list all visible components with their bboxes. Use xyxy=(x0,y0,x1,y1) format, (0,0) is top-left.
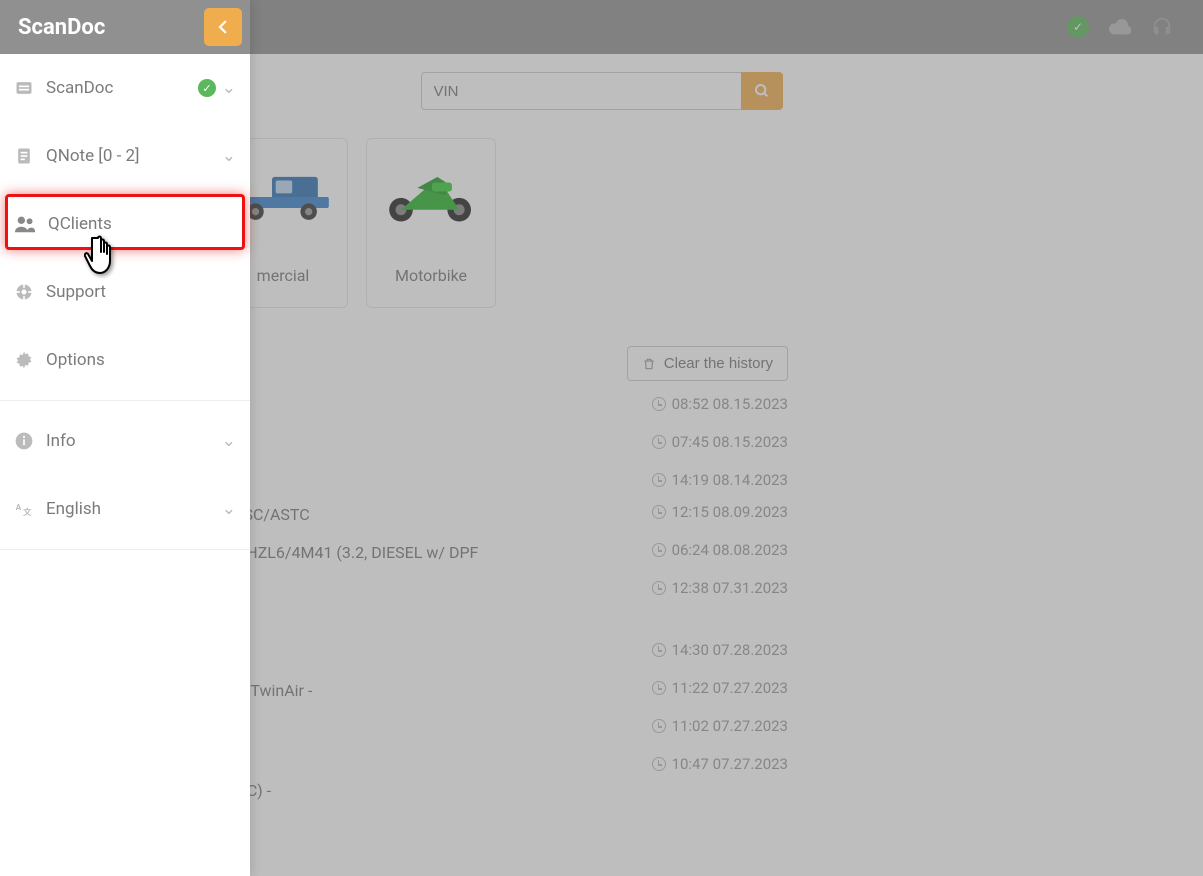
sidebar-item-label: English xyxy=(46,499,101,519)
sidebar-item-label: Info xyxy=(46,431,76,451)
sidebar-item-label: Options xyxy=(46,350,105,370)
svg-text:文: 文 xyxy=(23,507,32,518)
sidebar-item-label: ScanDoc xyxy=(46,78,113,98)
sidebar-item-label: QNote [0 - 2] xyxy=(46,146,140,166)
chevron-down-icon: ⌄ xyxy=(222,431,236,451)
sidebar-item-language[interactable]: A文 English ⌄ xyxy=(0,475,250,543)
sidebar-item-options[interactable]: Options xyxy=(0,326,250,394)
sidebar-panel: ScanDoc ScanDoc ✓ ⌄ QNote [0 - 2] ⌄ QCli… xyxy=(0,0,250,876)
sidebar-item-label: QClients xyxy=(48,214,112,234)
sidebar-item-qclients[interactable]: QClients xyxy=(0,190,250,258)
sidebar-item-support[interactable]: Support xyxy=(0,258,250,326)
sidebar-title: ScanDoc xyxy=(18,15,105,40)
check-icon: ✓ xyxy=(198,79,216,97)
chevron-down-icon: ⌄ xyxy=(222,78,236,98)
sidebar-item-qnote[interactable]: QNote [0 - 2] ⌄ xyxy=(0,122,250,190)
sidebar-item-scandoc[interactable]: ScanDoc ✓ ⌄ xyxy=(0,54,250,122)
sidebar-item-label: Support xyxy=(46,282,106,302)
svg-text:A: A xyxy=(16,503,22,513)
chevron-down-icon: ⌄ xyxy=(222,146,236,166)
sidebar-header: ScanDoc xyxy=(0,0,250,54)
sidebar-item-info[interactable]: Info ⌄ xyxy=(0,407,250,475)
sidebar-back-button[interactable] xyxy=(204,8,242,46)
chevron-down-icon: ⌄ xyxy=(222,499,236,519)
